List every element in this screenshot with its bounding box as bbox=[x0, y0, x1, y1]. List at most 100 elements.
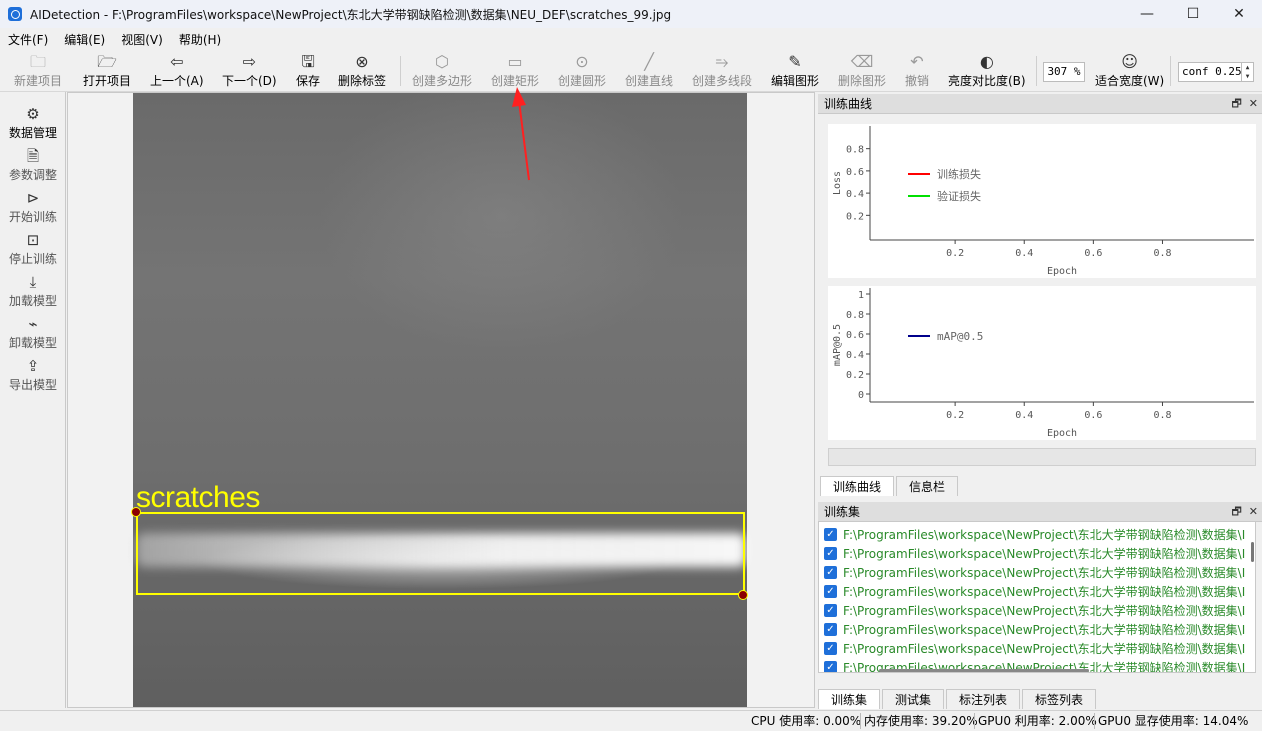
data-management-icon: ⚙ bbox=[26, 105, 40, 123]
menu-view[interactable]: 视图(V) bbox=[113, 31, 171, 48]
prev-image-button[interactable]: ⇦ 上一个(A) bbox=[150, 52, 204, 90]
stop-icon: ⊡ bbox=[26, 231, 40, 249]
spin-arrows-icon[interactable]: ▲ ▼ bbox=[1241, 63, 1253, 81]
fit-width-button[interactable]: ☺ 适合宽度(W) bbox=[1095, 52, 1164, 90]
vertical-scrollbar[interactable] bbox=[1251, 542, 1254, 562]
create-polygon-button[interactable]: ⬡ 创建多边形 bbox=[412, 52, 472, 90]
y-tick-label: 0.6 bbox=[846, 167, 864, 178]
list-item[interactable]: ✓ F:\ProgramFiles\workspace\NewProject\东北… bbox=[819, 582, 1255, 601]
new-project-button[interactable]: 🗀 新建项目 bbox=[14, 52, 62, 90]
conf-spinbox[interactable]: conf 0.25 ▲ ▼ bbox=[1178, 62, 1254, 82]
delete-circle-icon: ⊗ bbox=[355, 52, 369, 71]
y-tick-label: 0.2 bbox=[846, 370, 864, 381]
checkbox-icon[interactable]: ✓ bbox=[824, 604, 837, 617]
checkbox-icon[interactable]: ✓ bbox=[824, 528, 837, 541]
window-title: AIDetection - F:\ProgramFiles\workspace\… bbox=[30, 7, 672, 22]
panel-float-close-icons[interactable]: 🗗 ✕ bbox=[1231, 502, 1258, 522]
box-handle-top-left[interactable] bbox=[131, 507, 141, 517]
sidebar-item-load-model[interactable]: ⤓ 加载模型 bbox=[0, 272, 66, 312]
checkbox-icon[interactable]: ✓ bbox=[824, 566, 837, 579]
create-line-button[interactable]: ╱ 创建直线 bbox=[625, 52, 673, 90]
tab-info[interactable]: 信息栏 bbox=[896, 476, 959, 496]
undo-button[interactable]: ↶ 撤销 bbox=[905, 52, 929, 90]
save-button[interactable]: 🖫 保存 bbox=[296, 52, 320, 90]
x-tick-label: 0.4 bbox=[1015, 248, 1033, 259]
edit-shape-button[interactable]: ✎ 编辑图形 bbox=[771, 52, 819, 90]
delete-shape-button[interactable]: ⌫ 删除图形 bbox=[838, 52, 886, 90]
menu-help[interactable]: 帮助(H) bbox=[171, 31, 229, 48]
sidebar-item-start-training[interactable]: ⊳ 开始训练 bbox=[0, 188, 66, 228]
delete-label-button[interactable]: ⊗ 删除标签 bbox=[338, 52, 386, 90]
list-item[interactable]: ✓ F:\ProgramFiles\workspace\NewProject\东北… bbox=[819, 639, 1255, 658]
brightness-contrast-button[interactable]: ◐ 亮度对比度(B) bbox=[948, 52, 1026, 90]
play-icon: ⊳ bbox=[26, 189, 40, 207]
y-axis-label: mAP@0.5 bbox=[832, 324, 843, 366]
close-button[interactable]: ✕ bbox=[1216, 0, 1262, 28]
folder-icon: 🗀 bbox=[30, 52, 47, 71]
open-project-button[interactable]: 🗁 打开项目 bbox=[83, 52, 131, 90]
tab-train-set[interactable]: 训练集 bbox=[818, 689, 881, 709]
progress-bar bbox=[828, 448, 1256, 466]
y-axis-label: Loss bbox=[832, 171, 843, 195]
sidebar-item-parameters[interactable]: 🗎 参数调整 bbox=[0, 146, 66, 186]
x-tick-label: 0.6 bbox=[1084, 410, 1102, 421]
menu-file[interactable]: 文件(F) bbox=[0, 31, 56, 48]
menu-edit[interactable]: 编辑(E) bbox=[56, 31, 113, 48]
edit-pen-icon: ✎ bbox=[788, 52, 802, 71]
polyline-icon: ⥱ bbox=[715, 52, 729, 71]
x-tick-label: 0.6 bbox=[1084, 248, 1102, 259]
sidebar-item-export-model[interactable]: ⇪ 导出模型 bbox=[0, 356, 66, 396]
create-circle-button[interactable]: ⊙ 创建圆形 bbox=[558, 52, 606, 90]
sidebar-item-stop-training[interactable]: ⊡ 停止训练 bbox=[0, 230, 66, 270]
next-image-button[interactable]: ⇨ 下一个(D) bbox=[222, 52, 277, 90]
save-icon: 🖫 bbox=[301, 52, 315, 71]
tab-test-set[interactable]: 测试集 bbox=[882, 689, 945, 709]
x-tick-label: 0.8 bbox=[1153, 410, 1171, 421]
tab-label-list[interactable]: 标签列表 bbox=[1022, 689, 1097, 709]
maximize-button[interactable]: ☐ bbox=[1170, 0, 1216, 28]
document-settings-icon: 🗎 bbox=[26, 147, 40, 165]
x-axis-label: Epoch bbox=[1047, 266, 1077, 277]
eraser-icon: ⌫ bbox=[850, 52, 874, 71]
panel-float-close-icons[interactable]: 🗗 ✕ bbox=[1231, 94, 1258, 114]
create-polyline-button[interactable]: ⥱ 创建多线段 bbox=[692, 52, 752, 90]
list-item[interactable]: ✓ F:\ProgramFiles\workspace\NewProject\东北… bbox=[819, 525, 1255, 544]
tab-annotation-list[interactable]: 标注列表 bbox=[946, 689, 1021, 709]
training-curve-panel: 训练曲线 🗗 ✕ 0.2 0.4 0.6 0.8 0.2 0.4 0.6 0.8 Epoch Lo… bbox=[818, 94, 1262, 498]
checkbox-icon[interactable]: ✓ bbox=[824, 661, 837, 672]
sidebar-item-data-management[interactable]: ⚙ 数据管理 bbox=[0, 104, 66, 144]
checkbox-icon[interactable]: ✓ bbox=[824, 642, 837, 655]
image-canvas[interactable]: scratches bbox=[67, 92, 815, 708]
file-list[interactable]: ✓ F:\ProgramFiles\workspace\NewProject\东北… bbox=[818, 521, 1256, 673]
list-item[interactable]: ✓ F:\ProgramFiles\workspace\NewProject\东北… bbox=[819, 563, 1255, 582]
horizontal-scrollbar[interactable] bbox=[879, 669, 1089, 672]
y-tick-label: 1 bbox=[858, 290, 864, 301]
rectangle-icon: ▭ bbox=[507, 52, 523, 71]
polygon-icon: ⬡ bbox=[435, 52, 449, 71]
minimize-button[interactable]: — bbox=[1124, 0, 1170, 28]
checkbox-icon[interactable]: ✓ bbox=[824, 585, 837, 598]
x-tick-label: 0.8 bbox=[1153, 248, 1171, 259]
box-handle-bottom-right[interactable] bbox=[738, 590, 748, 600]
checkbox-icon[interactable]: ✓ bbox=[824, 547, 837, 560]
sidebar-item-unload-model[interactable]: ⌁ 卸载模型 bbox=[0, 314, 66, 354]
zoom-level-field[interactable]: 307 % bbox=[1043, 62, 1085, 82]
list-item[interactable]: ✓ F:\ProgramFiles\workspace\NewProject\东北… bbox=[819, 601, 1255, 620]
legend-entry: mAP@0.5 bbox=[937, 330, 983, 343]
annotation-label: scratches bbox=[136, 481, 260, 514]
create-rect-button[interactable]: ▭ 创建矩形 bbox=[491, 52, 539, 90]
checkbox-icon[interactable]: ✓ bbox=[824, 623, 837, 636]
contrast-icon: ◐ bbox=[979, 52, 994, 71]
y-tick-label: 0.4 bbox=[846, 189, 864, 200]
dataset-panel: 训练集 🗗 ✕ bbox=[818, 502, 1262, 522]
list-item[interactable]: ✓ F:\ProgramFiles\workspace\NewProject\东北… bbox=[819, 544, 1255, 563]
annotation-box[interactable] bbox=[136, 512, 745, 595]
tab-training-curve[interactable]: 训练曲线 bbox=[820, 476, 895, 496]
title-bar: AIDetection - F:\ProgramFiles\workspace\… bbox=[0, 0, 1262, 28]
undo-icon: ↶ bbox=[910, 52, 924, 71]
left-sidebar: ⚙ 数据管理 🗎 参数调整 ⊳ 开始训练 ⊡ 停止训练 ⤓ 加载模型 ⌁ 卸载模… bbox=[0, 92, 66, 708]
y-tick-label: 0.8 bbox=[846, 310, 864, 321]
list-item[interactable]: ✓ F:\ProgramFiles\workspace\NewProject\东北… bbox=[819, 620, 1255, 639]
arrow-right-icon: ⇨ bbox=[242, 52, 256, 71]
y-tick-label: 0.8 bbox=[846, 145, 864, 156]
